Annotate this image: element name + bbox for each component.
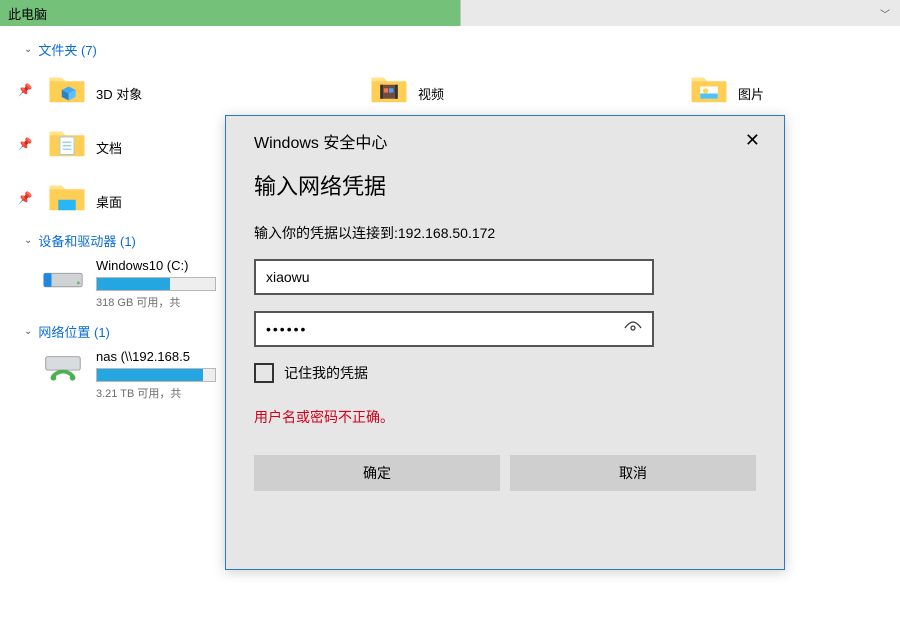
netloc-subtext: 3.21 TB 可用，共 — [96, 385, 216, 401]
netloc-name: nas (\\192.168.5 — [96, 349, 216, 364]
folder-label: 3D 对象 — [96, 78, 142, 103]
folder-icon — [46, 177, 88, 219]
reveal-password-icon[interactable] — [624, 321, 642, 338]
caret-down-icon: ⌄ — [24, 326, 32, 337]
drive-subtext: 318 GB 可用，共 — [96, 294, 216, 310]
group-label: 文件夹 (7) — [38, 40, 97, 59]
network-drive-icon — [40, 349, 86, 389]
folder-item-3dobjects[interactable]: 📌 3D 对象 — [0, 63, 340, 117]
remember-label: 记住我的凭据 — [284, 363, 368, 383]
group-header-folders[interactable]: ⌄ 文件夹 (7) — [0, 34, 900, 63]
password-field[interactable]: •••••• — [254, 311, 654, 347]
ok-button[interactable]: 确定 — [254, 455, 500, 491]
username-input[interactable] — [266, 269, 642, 285]
dialog-header-title: Windows 安全中心 — [254, 129, 387, 153]
folder-icon — [688, 69, 730, 111]
folder-icon — [368, 69, 410, 111]
folder-icon — [46, 69, 88, 111]
folder-label: 文档 — [96, 132, 122, 157]
netloc-usage-bar — [96, 368, 216, 382]
dialog-title: 输入网络凭据 — [254, 169, 756, 201]
folder-label: 视频 — [418, 78, 444, 103]
close-icon[interactable]: ✕ — [739, 128, 766, 153]
folder-item-pictures[interactable]: 图片 — [660, 63, 840, 117]
cancel-button[interactable]: 取消 — [510, 455, 756, 491]
pin-icon: 📌 — [16, 191, 34, 205]
remember-checkbox[interactable] — [254, 363, 274, 383]
caret-down-icon: ⌄ — [24, 235, 32, 246]
username-field[interactable] — [254, 259, 654, 295]
dialog-prompt: 输入你的凭据以连接到:192.168.50.172 — [254, 223, 756, 243]
error-message: 用户名或密码不正确。 — [254, 407, 756, 427]
drive-name: Windows10 (C:) — [96, 258, 216, 273]
drive-icon — [40, 258, 86, 298]
location-title: 此电脑 — [8, 4, 47, 23]
caret-down-icon: ⌄ — [24, 44, 32, 55]
pin-icon: 📌 — [16, 83, 34, 97]
group-label: 设备和驱动器 (1) — [38, 231, 136, 250]
group-label: 网络位置 (1) — [38, 322, 110, 341]
folder-label: 图片 — [738, 78, 764, 103]
folder-icon — [46, 123, 88, 165]
pin-icon: 📌 — [16, 137, 34, 151]
password-mask: •••••• — [266, 321, 307, 337]
folder-item-videos[interactable]: 视频 — [340, 63, 660, 117]
folder-label: 桌面 — [96, 186, 122, 211]
drive-usage-bar — [96, 277, 216, 291]
address-bar-right[interactable]: ﹀ — [460, 0, 900, 26]
chevron-down-icon[interactable]: ﹀ — [880, 6, 890, 21]
credentials-dialog: Windows 安全中心 ✕ 输入网络凭据 输入你的凭据以连接到:192.168… — [225, 115, 785, 570]
